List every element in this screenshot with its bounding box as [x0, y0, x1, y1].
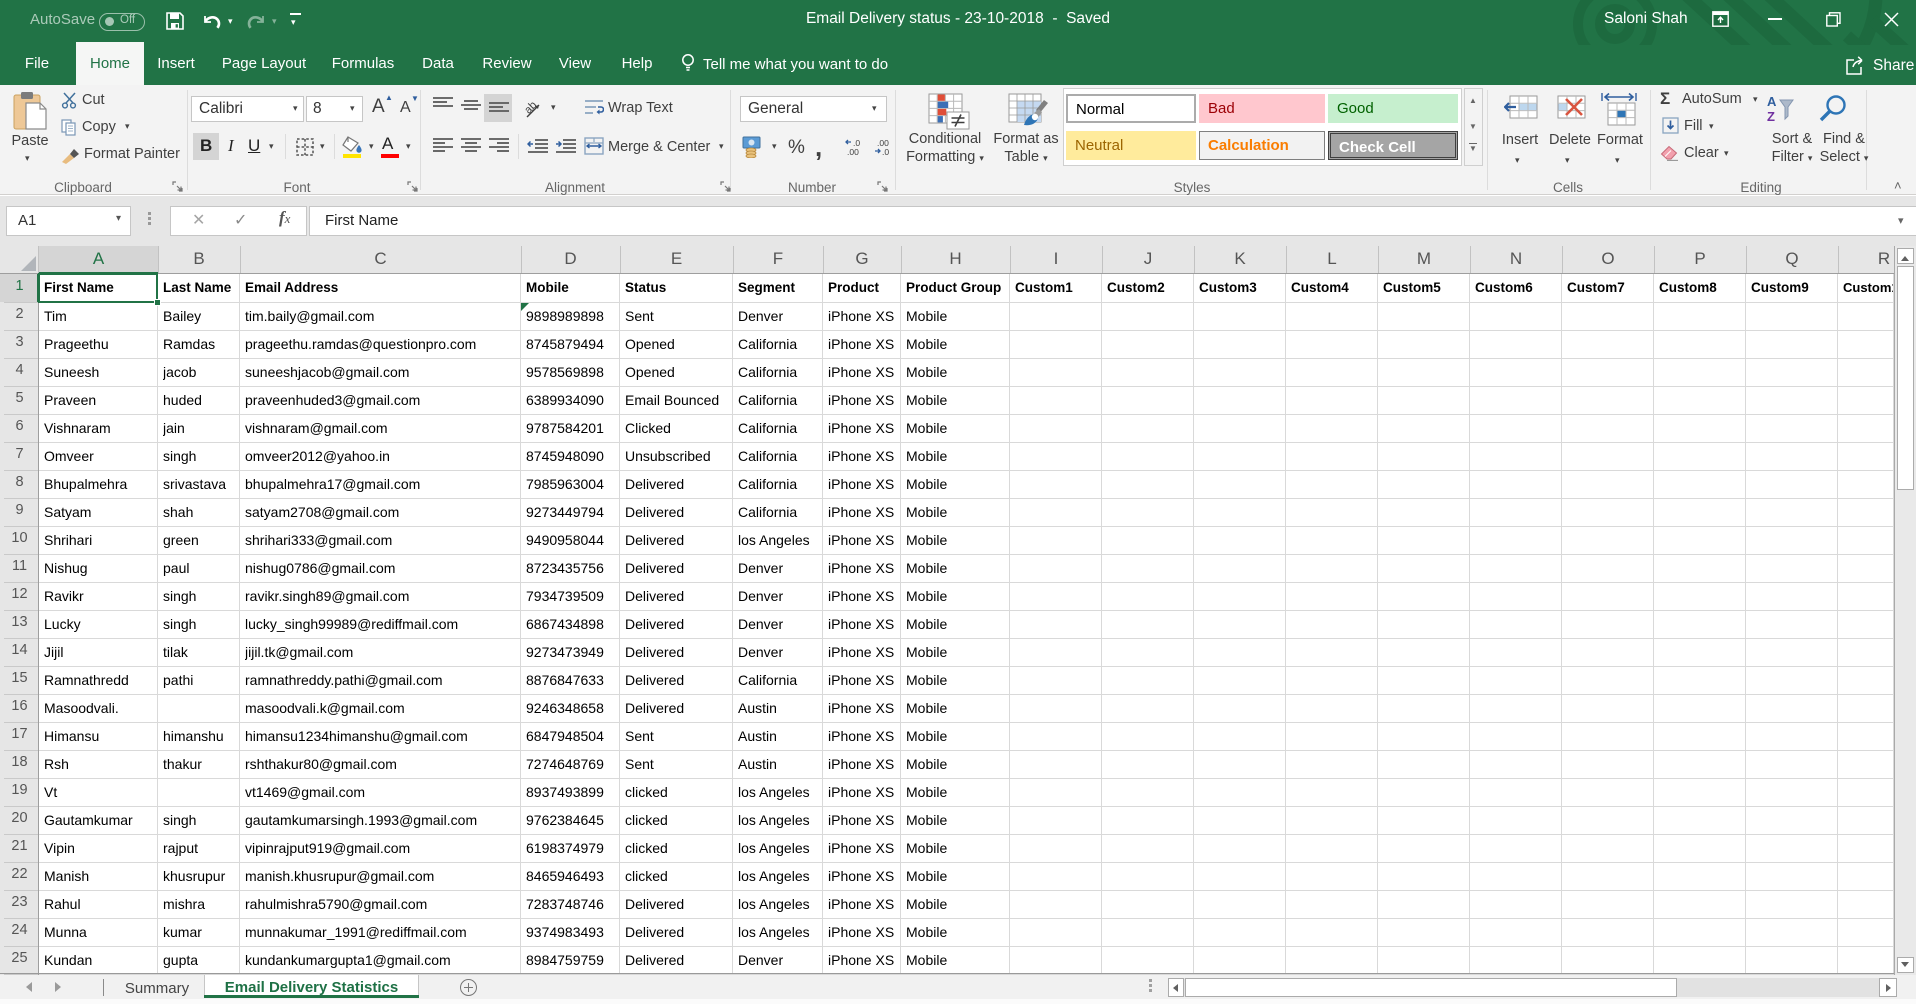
svg-text:Z: Z — [1767, 109, 1775, 124]
svg-text:A: A — [1767, 94, 1777, 109]
svg-text:.00: .00 — [847, 147, 859, 156]
svg-text:ab: ab — [524, 99, 539, 116]
